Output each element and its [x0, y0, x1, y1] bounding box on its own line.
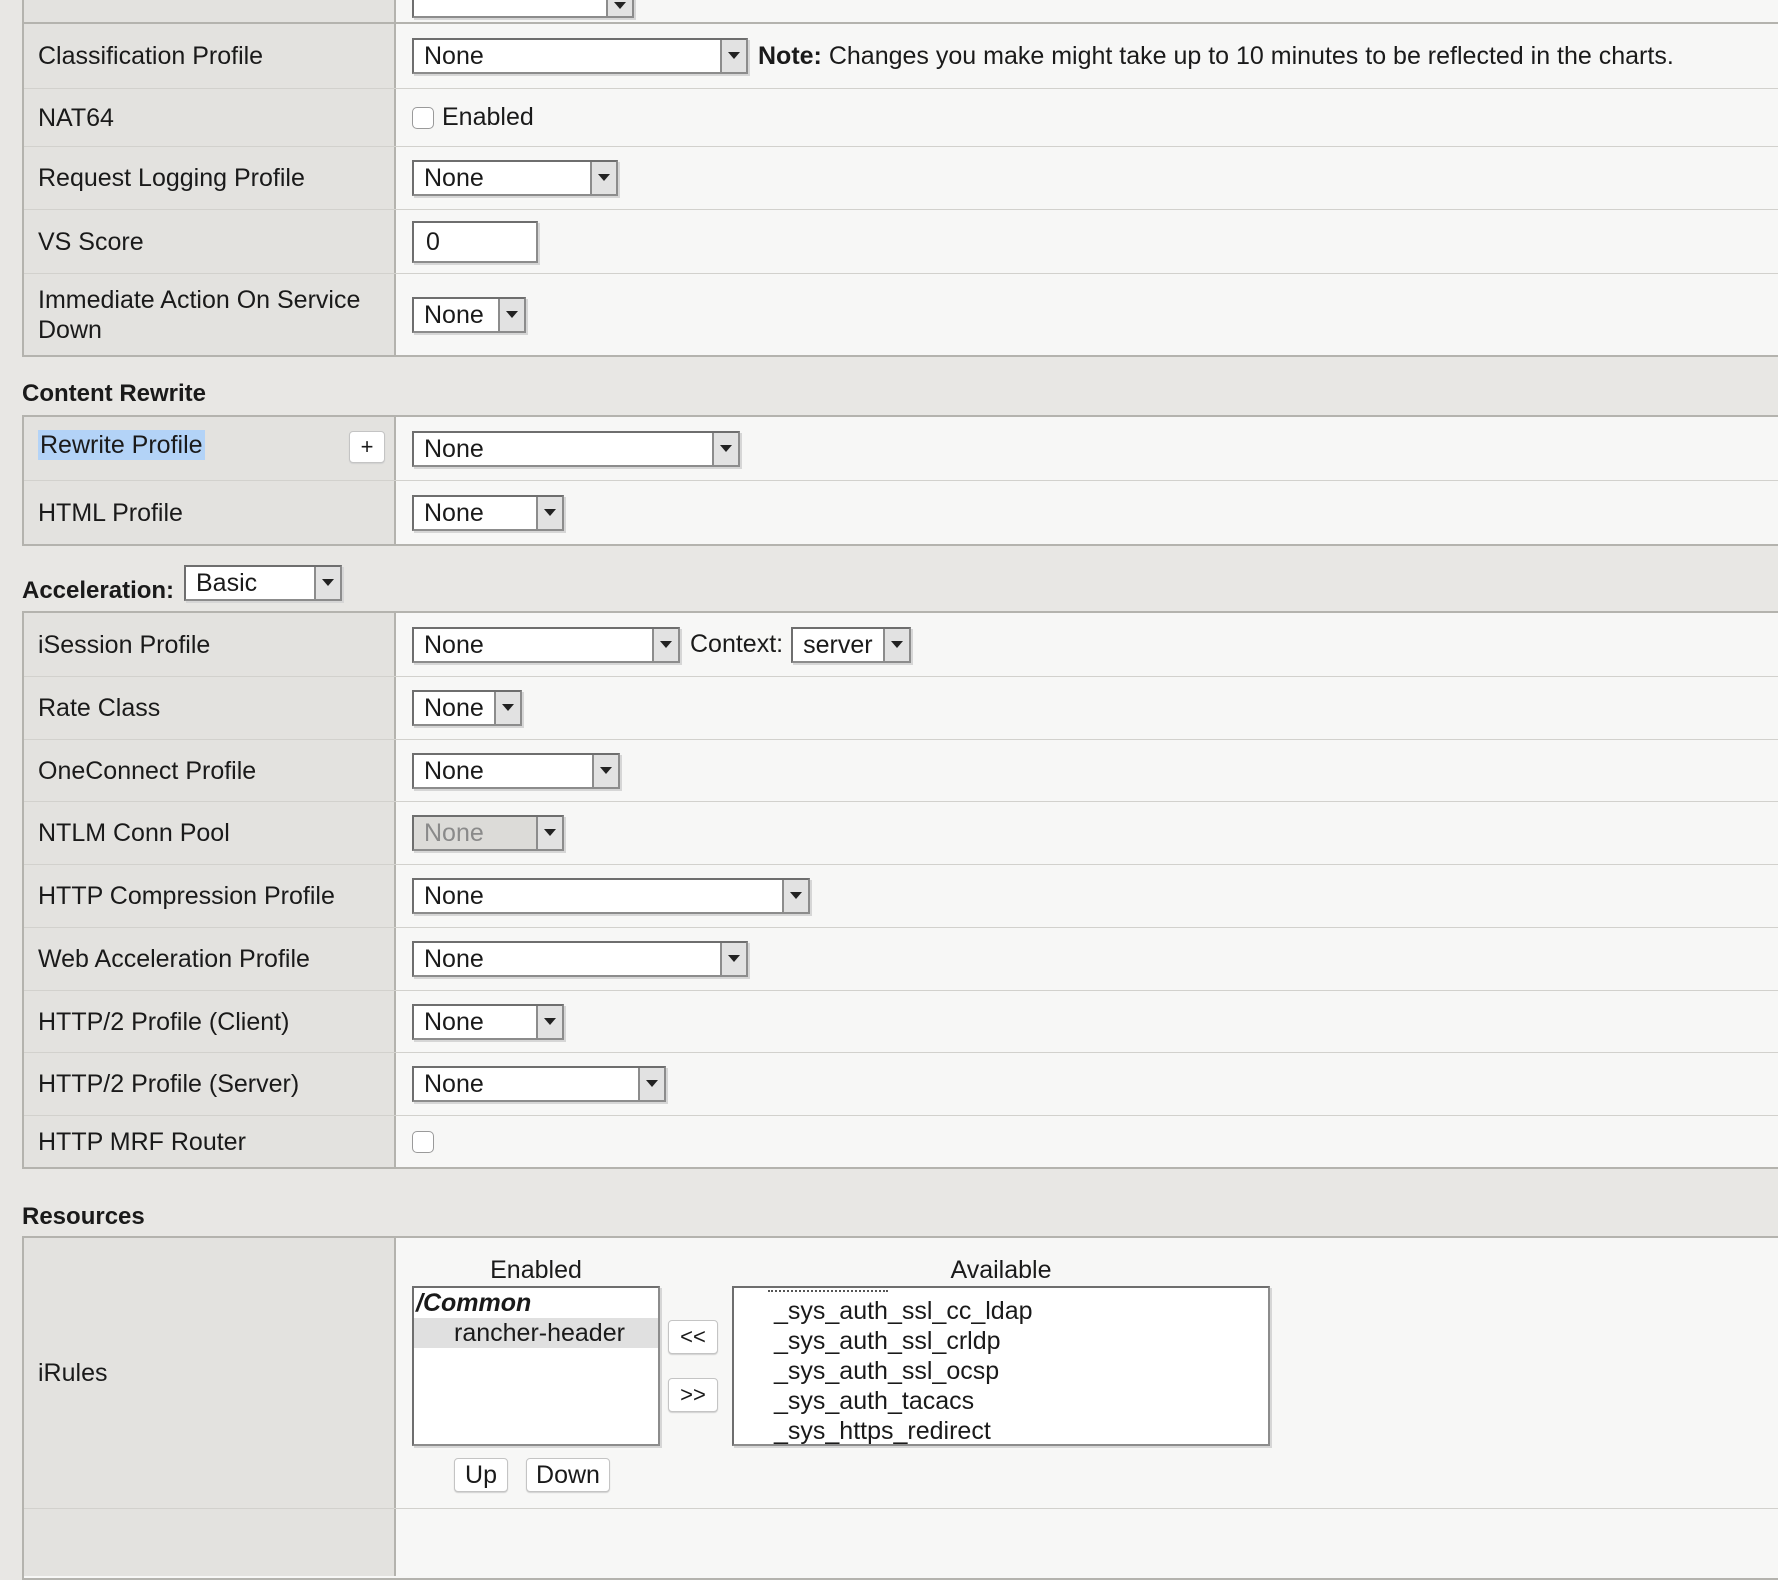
row-classification-profile: Classification Profile None Note: Change…	[24, 24, 1778, 88]
isession-profile-label: iSession Profile	[24, 613, 396, 676]
chevron-down-icon	[536, 1005, 562, 1038]
row-oneconnect-profile: OneConnect Profile None	[24, 739, 1778, 801]
oneconnect-profile-label: OneConnect Profile	[24, 740, 396, 801]
nat64-label: NAT64	[24, 89, 396, 146]
chevron-down-icon	[720, 943, 746, 975]
partial-select[interactable]	[412, 0, 634, 18]
row-rate-class: Rate Class None	[24, 676, 1778, 739]
available-irule-item[interactable]: _sys_https_redirect	[734, 1416, 1268, 1444]
row-immediate-action: Immediate Action On Service Down None	[24, 273, 1778, 355]
http-mrf-router-label: HTTP MRF Router	[24, 1116, 396, 1167]
resources-table: iRules Enabled Available /Common rancher…	[22, 1236, 1778, 1580]
row-http2-client: HTTP/2 Profile (Client) None	[24, 990, 1778, 1052]
html-profile-select[interactable]: None	[412, 494, 564, 531]
row-nat64: NAT64 Enabled	[24, 88, 1778, 146]
enabled-header: Enabled	[490, 1256, 582, 1284]
available-irule-item[interactable]: _sys_auth_ssl_cc_ldap	[734, 1296, 1268, 1326]
chevron-down-icon	[592, 754, 618, 787]
enabled-irule-item[interactable]: rancher-header	[414, 1318, 658, 1348]
http-mrf-router-checkbox[interactable]	[412, 1130, 434, 1153]
general-table: Classification Profile None Note: Change…	[22, 22, 1778, 357]
available-irule-item[interactable]: _sys_auth_ssl_ocsp	[734, 1356, 1268, 1386]
http-compression-profile-label: HTTP Compression Profile	[24, 865, 396, 927]
down-button[interactable]: Down	[526, 1458, 610, 1492]
context-select[interactable]: server	[791, 626, 912, 663]
chevron-down-icon	[782, 880, 808, 912]
chevron-down-icon	[314, 567, 340, 599]
available-header: Available	[950, 1256, 1052, 1284]
http-compression-profile-select[interactable]: None	[412, 878, 810, 914]
chevron-down-icon	[638, 1068, 664, 1100]
rewrite-profile-label: Rewrite Profile	[38, 430, 205, 460]
enabled-irules-list[interactable]: /Common rancher-header	[412, 1286, 660, 1446]
http2-server-label: HTTP/2 Profile (Server)	[24, 1053, 396, 1115]
row-partial-bottom	[24, 1508, 1778, 1576]
rate-class-select[interactable]: None	[412, 690, 522, 726]
ntlm-conn-pool-label: NTLM Conn Pool	[24, 802, 396, 864]
chevron-down-icon	[494, 692, 520, 724]
chevron-down-icon	[498, 298, 524, 331]
row-request-logging-profile: Request Logging Profile None	[24, 146, 1778, 209]
rewrite-profile-select[interactable]: None	[412, 430, 740, 467]
row-ntlm-conn-pool: NTLM Conn Pool None	[24, 801, 1778, 864]
charts-note: Note: Changes you make might take up to …	[758, 41, 1674, 70]
chevron-down-icon	[712, 432, 738, 465]
available-irule-item[interactable]: _sys_auth_ssl_crldp	[734, 1326, 1268, 1356]
chevron-down-icon	[883, 628, 910, 661]
move-right-button[interactable]: >>	[668, 1378, 718, 1412]
http2-client-label: HTTP/2 Profile (Client)	[24, 991, 396, 1052]
immediate-action-label: Immediate Action On Service Down	[24, 274, 396, 355]
chevron-down-icon	[536, 817, 562, 849]
row-http-compression-profile: HTTP Compression Profile None	[24, 864, 1778, 927]
partial-row	[24, 0, 1778, 24]
web-acceleration-profile-label: Web Acceleration Profile	[24, 928, 396, 990]
nat64-checkbox[interactable]	[412, 106, 434, 129]
row-http-mrf-router: HTTP MRF Router	[24, 1115, 1778, 1167]
row-html-profile: HTML Profile None	[24, 480, 1778, 544]
acceleration-table: iSession Profile None Context: server Ra…	[22, 611, 1778, 1169]
available-irules-list[interactable]: _sys_auth_ssl_cc_ldap _sys_auth_ssl_crldp…	[732, 1286, 1270, 1446]
request-logging-profile-label: Request Logging Profile	[24, 147, 396, 209]
rate-class-label: Rate Class	[24, 677, 396, 739]
http2-client-select[interactable]: None	[412, 1003, 564, 1040]
row-web-acceleration-profile: Web Acceleration Profile None	[24, 927, 1778, 990]
classification-profile-select[interactable]: None	[412, 38, 748, 74]
immediate-action-select[interactable]: None	[412, 296, 526, 333]
row-irules: iRules Enabled Available /Common rancher…	[24, 1238, 1778, 1508]
chevron-down-icon	[536, 496, 562, 529]
irules-label: iRules	[24, 1238, 396, 1508]
chevron-down-icon	[720, 40, 746, 72]
chevron-down-icon	[652, 628, 678, 661]
nat64-enabled-label: Enabled	[442, 103, 534, 131]
vs-score-label: VS Score	[24, 210, 396, 273]
up-button[interactable]: Up	[454, 1458, 508, 1492]
isession-profile-select[interactable]: None	[412, 626, 680, 663]
row-http2-server: HTTP/2 Profile (Server) None	[24, 1052, 1778, 1115]
http2-server-select[interactable]: None	[412, 1066, 666, 1102]
web-acceleration-profile-select[interactable]: None	[412, 941, 748, 977]
content-rewrite-heading: Content Rewrite	[22, 380, 207, 407]
oneconnect-profile-select[interactable]: None	[412, 752, 620, 789]
ntlm-conn-pool-select: None	[412, 815, 564, 851]
request-logging-profile-select[interactable]: None	[412, 160, 618, 196]
add-rewrite-profile-button[interactable]: +	[349, 431, 385, 463]
html-profile-label: HTML Profile	[24, 481, 396, 544]
chevron-down-icon	[590, 162, 616, 194]
enabled-group-header: /Common	[416, 1289, 532, 1317]
classification-profile-label: Classification Profile	[24, 24, 396, 88]
row-vs-score: VS Score 0	[24, 209, 1778, 273]
resources-heading: Resources	[22, 1203, 145, 1230]
acceleration-mode-select[interactable]: Basic	[184, 565, 342, 601]
row-rewrite-profile: Rewrite Profile + None	[24, 417, 1778, 480]
acceleration-heading: Acceleration:	[22, 577, 175, 604]
context-label: Context:	[690, 630, 784, 658]
available-irule-item[interactable]: _sys_auth_tacacs	[734, 1386, 1268, 1416]
move-left-button[interactable]: <<	[668, 1320, 718, 1354]
vs-score-input[interactable]: 0	[412, 220, 538, 263]
content-rewrite-table: Rewrite Profile + None HTML Profile None	[22, 415, 1778, 546]
row-isession-profile: iSession Profile None Context: server	[24, 613, 1778, 676]
